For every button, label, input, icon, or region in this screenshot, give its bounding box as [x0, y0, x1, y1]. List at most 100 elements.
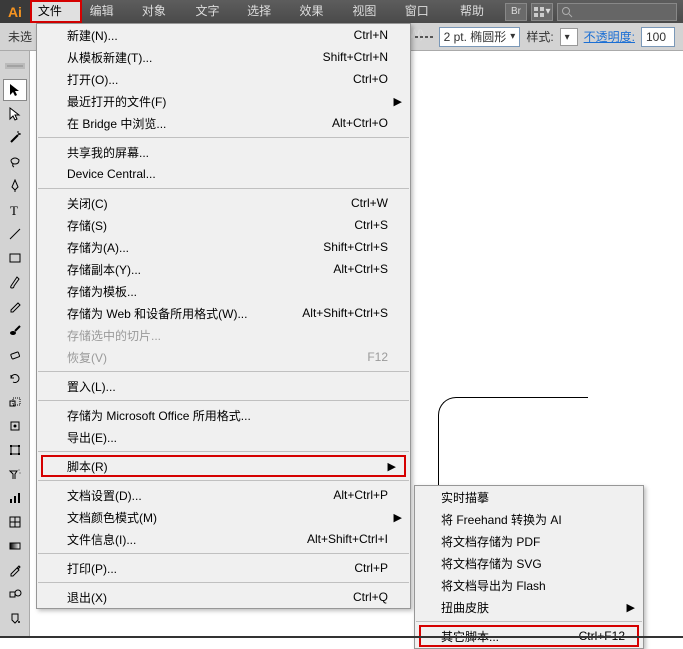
- menu-object[interactable]: 对象(O): [134, 0, 188, 23]
- menu-select[interactable]: 选择(S): [239, 0, 291, 23]
- menu-file[interactable]: 文件(F): [30, 0, 82, 23]
- script-submenu-item-5[interactable]: 扭曲皮肤▶: [415, 596, 643, 618]
- stroke-profile-field[interactable]: 2 pt. 椭圆形: [439, 27, 521, 47]
- file-menu-item-23[interactable]: 脚本(R)▶: [41, 455, 406, 477]
- pencil-tool[interactable]: [3, 295, 27, 317]
- live-paint-tool[interactable]: [3, 607, 27, 629]
- submenu-arrow-icon: ▶: [394, 511, 402, 524]
- type-tool[interactable]: T: [3, 199, 27, 221]
- menu-item-shortcut: Shift+Ctrl+S: [323, 240, 388, 254]
- file-menu-separator: [38, 582, 409, 583]
- file-menu-item-7[interactable]: Device Central...: [37, 163, 410, 185]
- menu-item-label: 存储为模板...: [67, 283, 137, 300]
- menu-item-shortcut: Alt+Ctrl+S: [333, 262, 388, 276]
- script-submenu-item-0[interactable]: 实时描摹: [415, 486, 643, 508]
- file-menu-item-4[interactable]: 在 Bridge 中浏览...Alt+Ctrl+O: [37, 112, 410, 134]
- file-menu-item-25[interactable]: 文档设置(D)...Alt+Ctrl+P: [37, 484, 410, 506]
- file-menu-item-26[interactable]: 文档颜色模式(M)▶: [37, 506, 410, 528]
- workspace-button[interactable]: ▾: [531, 3, 553, 21]
- menu-item-label: 置入(L)...: [67, 378, 116, 395]
- script-submenu-item-3[interactable]: 将文档存储为 SVG: [415, 552, 643, 574]
- free-transform-tool[interactable]: [3, 439, 27, 461]
- menu-item-shortcut: Alt+Shift+Ctrl+I: [307, 532, 388, 546]
- menu-item-label: 将 Freehand 转换为 AI: [441, 511, 562, 528]
- file-menu-item-10[interactable]: 存储(S) Ctrl+S: [37, 214, 410, 236]
- toolbox: T: [0, 51, 30, 638]
- blob-brush-tool[interactable]: [3, 319, 27, 341]
- file-menu-item-13[interactable]: 存储为模板...: [37, 280, 410, 302]
- file-menu-item-11[interactable]: 存储为(A)... Shift+Ctrl+S: [37, 236, 410, 258]
- warp-tool[interactable]: [3, 415, 27, 437]
- file-menu-item-18[interactable]: 置入(L)...: [37, 375, 410, 397]
- symbol-sprayer-tool[interactable]: [3, 463, 27, 485]
- file-menu-separator: [38, 400, 409, 401]
- file-menu-separator: [38, 371, 409, 372]
- file-menu-item-12[interactable]: 存储副本(Y)... Alt+Ctrl+S: [37, 258, 410, 280]
- file-menu-item-6[interactable]: 共享我的屏幕...: [37, 141, 410, 163]
- file-menu-item-21[interactable]: 导出(E)...: [37, 426, 410, 448]
- file-menu-item-15: 存储选中的切片...: [37, 324, 410, 346]
- menu-item-label: 从模板新建(T)...: [67, 49, 152, 66]
- file-menu-item-3[interactable]: 最近打开的文件(F)▶: [37, 90, 410, 112]
- menu-window[interactable]: 窗口(W): [397, 0, 452, 23]
- tool-tab-handle[interactable]: [3, 55, 27, 77]
- gradient-tool[interactable]: [3, 535, 27, 557]
- direct-selection-tool[interactable]: [3, 103, 27, 125]
- paintbrush-tool[interactable]: [3, 271, 27, 293]
- rotate-tool[interactable]: [3, 367, 27, 389]
- menu-item-label: 存储为 Web 和设备所用格式(W)...: [67, 305, 247, 322]
- script-submenu-item-2[interactable]: 将文档存储为 PDF: [415, 530, 643, 552]
- menu-item-shortcut: Ctrl+Q: [353, 590, 388, 604]
- menu-effect[interactable]: 效果(C): [291, 0, 344, 23]
- menu-text[interactable]: 文字(T): [187, 0, 239, 23]
- file-menu-item-20[interactable]: 存储为 Microsoft Office 所用格式...: [37, 404, 410, 426]
- scale-tool[interactable]: [3, 391, 27, 413]
- menu-item-label: 打开(O)...: [67, 71, 118, 88]
- file-menu-item-27[interactable]: 文件信息(I)...Alt+Shift+Ctrl+I: [37, 528, 410, 550]
- header-search[interactable]: [557, 3, 677, 21]
- eyedropper-tool[interactable]: [3, 559, 27, 581]
- eraser-tool[interactable]: [3, 343, 27, 365]
- file-menu-item-1[interactable]: 从模板新建(T)...Shift+Ctrl+N: [37, 46, 410, 68]
- svg-text:T: T: [10, 203, 18, 217]
- menu-item-label: 在 Bridge 中浏览...: [67, 115, 166, 132]
- menu-item-label: Device Central...: [67, 167, 156, 181]
- script-submenu-item-4[interactable]: 将文档导出为 Flash: [415, 574, 643, 596]
- app-logo: Ai: [0, 0, 30, 23]
- file-menu-item-9[interactable]: 关闭(C)Ctrl+W: [37, 192, 410, 214]
- selection-tool[interactable]: [3, 79, 27, 101]
- line-tool[interactable]: [3, 223, 27, 245]
- magic-wand-tool[interactable]: [3, 127, 27, 149]
- header-right: Br ▾: [505, 3, 683, 21]
- selection-label: 未选: [8, 28, 32, 45]
- file-menu-item-0[interactable]: 新建(N)...Ctrl+N: [37, 24, 410, 46]
- lasso-tool[interactable]: [3, 151, 27, 173]
- bridge-button[interactable]: Br: [505, 3, 527, 21]
- mesh-tool[interactable]: [3, 511, 27, 533]
- menu-item-label: 存储副本(Y)...: [67, 261, 141, 278]
- rectangle-tool[interactable]: [3, 247, 27, 269]
- menu-item-label: 扭曲皮肤: [441, 599, 489, 616]
- blend-tool[interactable]: [3, 583, 27, 605]
- file-menu-item-14[interactable]: 存储为 Web 和设备所用格式(W)...Alt+Shift+Ctrl+S: [37, 302, 410, 324]
- script-submenu-item-1[interactable]: 将 Freehand 转换为 AI: [415, 508, 643, 530]
- menu-item-label: 文档设置(D)...: [67, 487, 142, 504]
- menu-item-label: 存储为(A)...: [67, 239, 129, 256]
- menu-item-label: 将文档存储为 SVG: [441, 555, 542, 572]
- opacity-label[interactable]: 不透明度:: [584, 28, 635, 45]
- menu-help[interactable]: 帮助(H): [452, 0, 505, 23]
- pen-tool[interactable]: [3, 175, 27, 197]
- menu-item-shortcut: Ctrl+N: [354, 28, 388, 42]
- menu-item-shortcut: Ctrl+O: [353, 72, 388, 86]
- graphic-style-swatch[interactable]: [560, 28, 578, 46]
- menu-view[interactable]: 视图(V): [344, 0, 396, 23]
- graph-tool[interactable]: [3, 487, 27, 509]
- file-menu-item-2[interactable]: 打开(O)... Ctrl+O: [37, 68, 410, 90]
- menu-item-shortcut: Ctrl+S: [354, 218, 388, 232]
- file-menu-item-31[interactable]: 退出(X)Ctrl+Q: [37, 586, 410, 608]
- menu-item-label: 存储(S): [67, 217, 107, 234]
- menu-edit[interactable]: 编辑(E): [82, 0, 134, 23]
- file-menu-item-29[interactable]: 打印(P)...Ctrl+P: [37, 557, 410, 579]
- opacity-field[interactable]: 100: [641, 27, 675, 47]
- stroke-dash-icon: [415, 31, 433, 43]
